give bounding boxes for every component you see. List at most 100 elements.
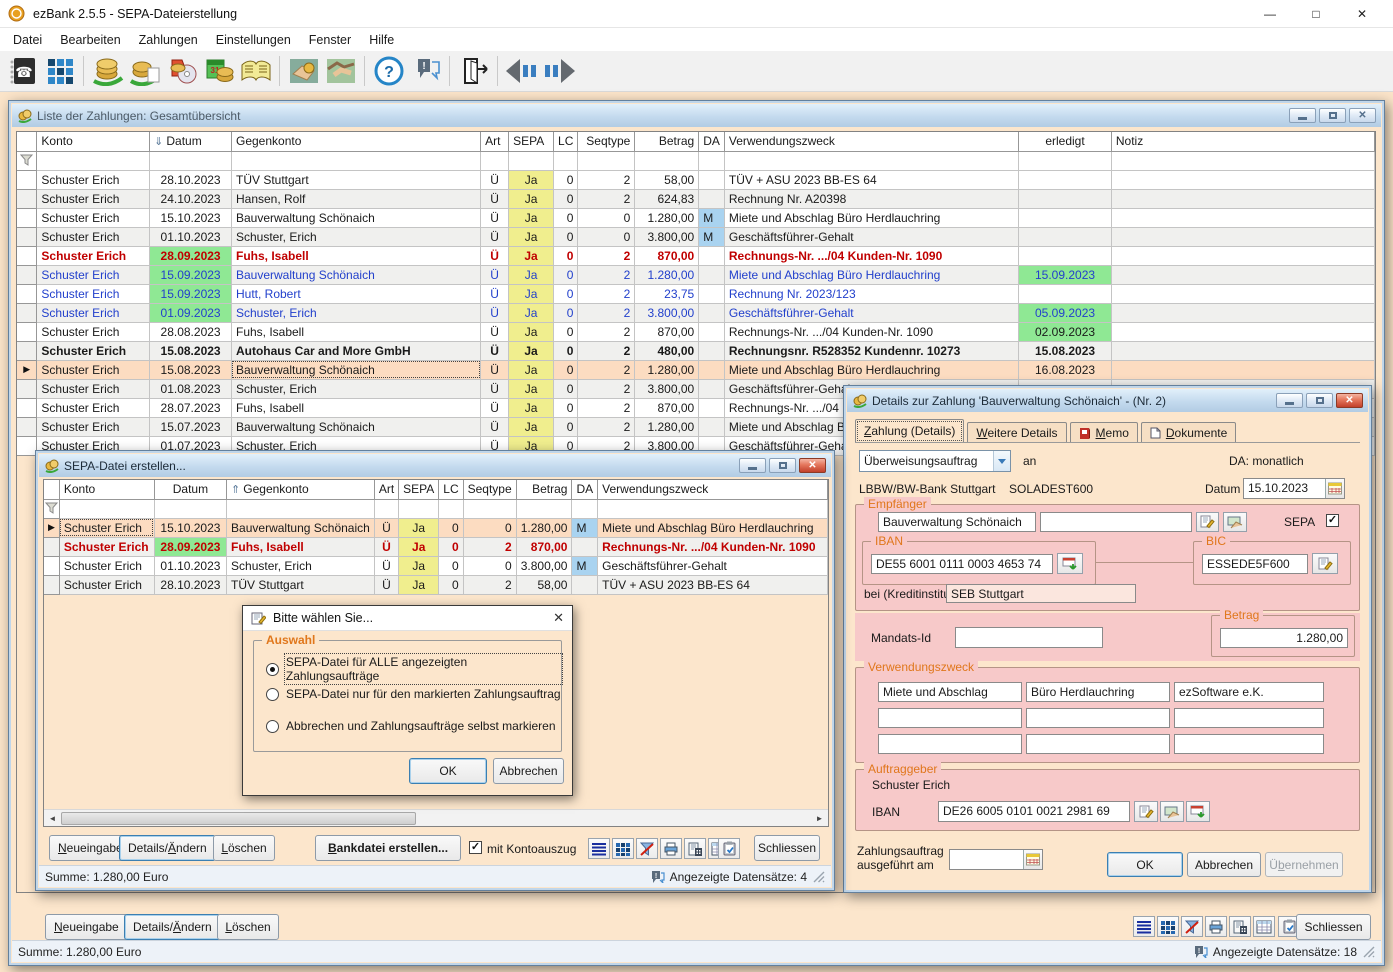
row-selector[interactable] xyxy=(17,265,37,284)
cell-gegenkonto[interactable]: Bauverwaltung Schönaich xyxy=(231,360,480,379)
row-view-icon[interactable] xyxy=(1133,916,1155,937)
cell-sepa[interactable]: Ja xyxy=(509,322,554,341)
cell-betrag[interactable]: 1.280,00 xyxy=(635,265,699,284)
filter-cell[interactable] xyxy=(150,151,232,170)
close-button[interactable]: ✕ xyxy=(1336,393,1363,408)
cell-erledigt[interactable] xyxy=(1019,227,1112,246)
radio-option-markierten[interactable]: SEPA-Datei nur für den markierten Zahlun… xyxy=(266,687,561,701)
tab-dokumente[interactable]: Dokumente xyxy=(1141,422,1236,443)
row-selector[interactable] xyxy=(17,417,37,436)
row-selector[interactable] xyxy=(17,246,37,265)
cell-betrag[interactable]: 480,00 xyxy=(635,341,699,360)
payment-type-select[interactable]: Überweisungsauftrag xyxy=(859,450,1011,472)
grid-row[interactable]: Schuster Erich15.09.2023Hutt, RobertÜJa0… xyxy=(17,284,1375,303)
cell-lc[interactable]: 0 xyxy=(554,379,578,398)
cell-datum[interactable]: 01.10.2023 xyxy=(150,227,232,246)
cell-art[interactable]: Ü xyxy=(481,265,509,284)
column-header-art[interactable]: Art xyxy=(481,132,509,151)
cell-zweck[interactable]: Rechnungs-Nr. .../04 Kunden-Nr. 1090 xyxy=(598,537,828,556)
cell-konto[interactable]: Schuster Erich xyxy=(37,246,150,265)
loeschen-button[interactable]: Löschen xyxy=(217,914,279,940)
cell-konto[interactable]: Schuster Erich xyxy=(37,284,150,303)
cell-betrag[interactable]: 870,00 xyxy=(516,537,572,556)
abbrechen-button[interactable]: Abbrechen xyxy=(493,758,564,784)
cell-zweck[interactable]: Geschäftsführer-Gehalt xyxy=(724,303,1018,322)
cell-seqtype[interactable]: 2 xyxy=(578,417,635,436)
neueingabe-button[interactable]: Neueingabe xyxy=(45,914,128,940)
cell-art[interactable]: Ü xyxy=(481,246,509,265)
cell-erledigt[interactable]: 15.08.2023 xyxy=(1019,341,1112,360)
cell-sepa[interactable]: Ja xyxy=(509,379,554,398)
choice-titlebar[interactable]: Bitte wählen Sie... ✕ xyxy=(243,606,572,631)
cell-sepa[interactable]: Ja xyxy=(509,189,554,208)
cell-seqtype[interactable]: 2 xyxy=(463,537,516,556)
cell-datum[interactable]: 01.10.2023 xyxy=(154,556,226,575)
cell-gegenkonto[interactable]: Fuhs, Isabell xyxy=(231,322,480,341)
cell-notiz[interactable] xyxy=(1111,341,1374,360)
cell-datum[interactable]: 24.10.2023 xyxy=(150,189,232,208)
zweck-input-9[interactable] xyxy=(1174,734,1324,754)
cell-gegenkonto[interactable]: Bauverwaltung Schönaich xyxy=(231,265,480,284)
cell-datum[interactable]: 15.08.2023 xyxy=(150,341,232,360)
column-header-art[interactable]: Art xyxy=(374,480,398,499)
hand-card-icon[interactable] xyxy=(1223,512,1247,532)
grid-view-icon[interactable] xyxy=(612,838,634,859)
cell-sepa[interactable]: Ja xyxy=(509,227,554,246)
cell-konto[interactable]: Schuster Erich xyxy=(37,265,150,284)
cell-erledigt[interactable]: 02.09.2023 xyxy=(1019,322,1112,341)
cell-gegenkonto[interactable]: Fuhs, Isabell xyxy=(227,537,375,556)
hand-card-icon[interactable] xyxy=(1160,801,1184,822)
cell-betrag[interactable]: 870,00 xyxy=(635,398,699,417)
cell-notiz[interactable] xyxy=(1111,189,1374,208)
cell-betrag[interactable]: 3.800,00 xyxy=(516,556,572,575)
cell-betrag[interactable]: 624,83 xyxy=(635,189,699,208)
column-header-erledigt[interactable]: erledigt xyxy=(1019,132,1112,151)
resize-grip[interactable] xyxy=(1362,945,1375,958)
sepa-titlebar[interactable]: SEPA-Datei erstellen... ✕ xyxy=(39,454,831,477)
cell-datum[interactable]: 15.09.2023 xyxy=(150,284,232,303)
filter-cell[interactable] xyxy=(59,499,154,518)
row-selector[interactable] xyxy=(17,189,37,208)
table-view-icon[interactable] xyxy=(1253,916,1275,937)
filter-off-icon[interactable] xyxy=(1181,916,1203,937)
grid-row[interactable]: ▶Schuster Erich15.08.2023Bauverwaltung S… xyxy=(17,360,1375,379)
cell-sepa[interactable]: Ja xyxy=(509,265,554,284)
cell-notiz[interactable] xyxy=(1111,227,1374,246)
cell-seqtype[interactable]: 2 xyxy=(578,170,635,189)
column-header-datum[interactable]: ⇓Datum xyxy=(150,132,232,151)
cell-seqtype[interactable]: 2 xyxy=(578,189,635,208)
bankdatei-erstellen-button[interactable]: Bankdatei erstellen... xyxy=(315,835,461,861)
cell-gegenkonto[interactable]: Bauverwaltung Schönaich xyxy=(231,208,480,227)
datum-input[interactable]: 15.10.2023 xyxy=(1243,478,1345,499)
ok-button[interactable]: OK xyxy=(1107,852,1183,877)
column-header-betrag[interactable]: Betrag xyxy=(635,132,699,151)
row-selector[interactable] xyxy=(44,575,59,594)
cell-seqtype[interactable]: 2 xyxy=(578,398,635,417)
row-selector[interactable] xyxy=(17,208,37,227)
cell-gegenkonto[interactable]: Autohaus Car and More GmbH xyxy=(231,341,480,360)
close-button[interactable]: ✕ xyxy=(1339,0,1385,27)
payment-calendar-icon[interactable]: 31 xyxy=(200,53,237,89)
bic-input[interactable]: ESSEDE5F600 xyxy=(1202,554,1308,574)
details-aendern-button[interactable]: Details/Ändern xyxy=(124,914,221,940)
uebernehmen-button[interactable]: Übernehmen xyxy=(1265,852,1343,877)
cell-lc[interactable]: 0 xyxy=(554,303,578,322)
cell-erledigt[interactable] xyxy=(1019,208,1112,227)
cell-betrag[interactable]: 870,00 xyxy=(635,246,699,265)
row-selector[interactable] xyxy=(17,398,37,417)
cell-zweck[interactable]: Miete und Abschlag Büro Herdlauchring xyxy=(724,360,1018,379)
cell-da[interactable] xyxy=(572,575,598,594)
cell-lc[interactable]: 0 xyxy=(554,208,578,227)
edit-form-icon[interactable] xyxy=(1196,512,1219,532)
cell-zweck[interactable]: Rechnung Nr. A20398 xyxy=(724,189,1018,208)
grid-row[interactable]: Schuster Erich15.08.2023Autohaus Car and… xyxy=(17,341,1375,360)
cell-seqtype[interactable]: 0 xyxy=(463,556,516,575)
column-header-sepa[interactable]: SEPA xyxy=(509,132,554,151)
column-header-gegenkonto[interactable]: ⇑Gegenkonto xyxy=(227,480,375,499)
cell-da[interactable]: M xyxy=(699,208,725,227)
cell-seqtype[interactable]: 2 xyxy=(578,360,635,379)
cell-da[interactable] xyxy=(699,379,725,398)
loeschen-button[interactable]: Löschen xyxy=(213,835,275,861)
cell-konto[interactable]: Schuster Erich xyxy=(37,189,150,208)
cell-betrag[interactable]: 58,00 xyxy=(516,575,572,594)
